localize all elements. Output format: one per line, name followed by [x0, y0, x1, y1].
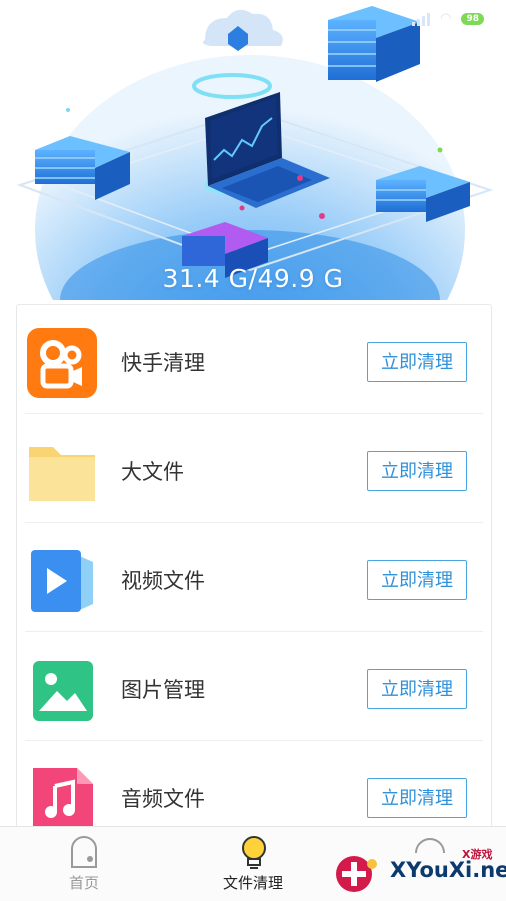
tab-file-clean[interactable]: 文件清理: [203, 827, 303, 901]
item-label: 音频文件: [121, 787, 205, 811]
wifi-icon: ◠: [440, 11, 452, 26]
clean-now-button[interactable]: 立即清理: [367, 778, 467, 818]
clean-now-button[interactable]: 立即清理: [367, 560, 467, 600]
phone-icon: [71, 836, 97, 868]
clean-category-list: 快手清理 立即清理 大文件 立即清理 视频文件 立即清理 图片管理 立即清理 音…: [16, 304, 492, 828]
item-label: 大文件: [121, 460, 184, 484]
list-item: 大文件 立即清理: [25, 414, 483, 523]
list-item: 图片管理 立即清理: [25, 632, 483, 741]
server-illustration: [16, 6, 494, 300]
kuaishou-app-icon: [27, 328, 97, 398]
item-label: 视频文件: [121, 569, 205, 593]
xyouxi-watermark: X游戏 XYouXi.net: [330, 840, 506, 900]
tab-home[interactable]: 首页: [44, 827, 124, 901]
tab-label: 首页: [68, 874, 99, 892]
status-bar: ◠ 98: [412, 12, 484, 26]
battery-indicator: 98: [461, 13, 484, 25]
watermark-text: XYouXi.net: [390, 858, 506, 882]
clean-now-button[interactable]: 立即清理: [367, 342, 467, 382]
list-item: 音频文件 立即清理: [25, 741, 483, 827]
music-file-icon: [33, 768, 93, 827]
item-label: 图片管理: [121, 678, 205, 702]
gamepad-logo-icon: [336, 856, 377, 892]
item-label: 快手清理: [121, 351, 205, 375]
hero-banner: ◠ 98 31.4 G/49.9 G: [0, 0, 506, 300]
image-icon: [33, 661, 93, 721]
clean-now-button[interactable]: 立即清理: [367, 451, 467, 491]
list-item: 快手清理 立即清理: [25, 305, 483, 414]
folder-icon: [29, 447, 95, 501]
lightbulb-icon: [242, 836, 266, 869]
storage-usage: 31.4 G/49.9 G: [162, 264, 344, 293]
list-item: 视频文件 立即清理: [25, 523, 483, 632]
video-file-icon: [31, 550, 93, 612]
clean-now-button[interactable]: 立即清理: [367, 669, 467, 709]
tab-label: 文件清理: [222, 874, 283, 892]
signal-icon: [412, 12, 431, 26]
